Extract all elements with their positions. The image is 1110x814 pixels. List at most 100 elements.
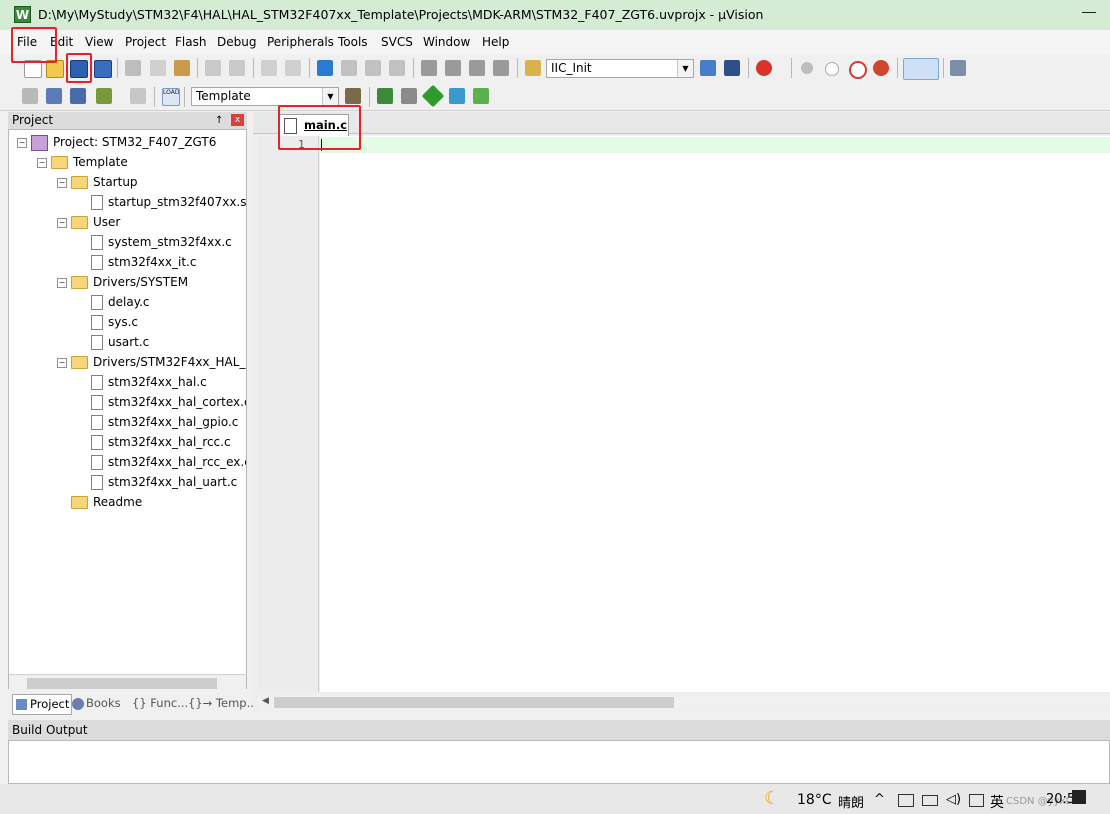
build-icon[interactable] [46, 88, 62, 104]
tree-file[interactable]: system_stm32f4xx.c [91, 232, 232, 252]
clear-bookmarks-icon[interactable] [389, 60, 405, 76]
copy-icon[interactable] [150, 60, 166, 76]
manage-rte-icon[interactable] [421, 84, 445, 108]
menu-peripherals[interactable]: Peripherals [267, 35, 334, 49]
toolbar-separator [117, 58, 118, 78]
menu-flash[interactable]: Flash [175, 35, 206, 49]
translate-icon[interactable] [22, 88, 38, 104]
tree-file[interactable]: stm32f4xx_hal_gpio.c [91, 412, 238, 432]
select-packs-icon[interactable] [401, 88, 417, 104]
tab-functions[interactable]: {} Func... [132, 694, 188, 713]
code-editor[interactable] [320, 136, 1110, 692]
redo-icon[interactable] [229, 60, 245, 76]
tree-group[interactable]: Startup [71, 172, 138, 192]
speaker-icon[interactable]: ◁) [946, 792, 961, 807]
target-options-icon[interactable] [345, 88, 361, 104]
project-horizontal-scrollbar[interactable] [9, 674, 246, 691]
find-in-files-icon[interactable] [525, 60, 541, 76]
editor-horizontal-scrollbar[interactable]: ◀ [258, 694, 1110, 711]
tree-file[interactable]: delay.c [91, 292, 150, 312]
tree-group[interactable]: Drivers/SYSTEM [71, 272, 188, 292]
collapse-icon[interactable]: − [17, 138, 27, 148]
disable-breakpoints-icon[interactable] [849, 61, 867, 79]
prev-bookmark-icon[interactable] [341, 60, 357, 76]
pin-icon[interactable]: ↑ [215, 112, 223, 129]
bookmark-icon[interactable] [317, 60, 333, 76]
tree-file[interactable]: stm32f4xx_it.c [91, 252, 196, 272]
menu-project[interactable]: Project [125, 35, 166, 49]
tab-project[interactable]: Project [12, 694, 72, 715]
display-icon[interactable] [969, 794, 984, 807]
indent-icon[interactable] [421, 60, 437, 76]
configure-icon[interactable] [950, 60, 966, 76]
stop-build-icon[interactable] [130, 88, 146, 104]
breakpoint-icon[interactable] [801, 62, 813, 74]
tree-group[interactable]: Readme [71, 492, 142, 512]
incremental-find-icon[interactable] [724, 60, 740, 76]
navigate-back-icon[interactable] [261, 60, 277, 76]
chevron-up-icon[interactable]: ^ [874, 792, 885, 807]
unindent-icon[interactable] [445, 60, 461, 76]
collapse-icon[interactable]: − [57, 218, 67, 228]
tree-group[interactable]: User [71, 212, 120, 232]
enable-breakpoint-icon[interactable] [825, 62, 839, 76]
file-icon [91, 475, 103, 490]
kill-breakpoints-icon[interactable] [873, 60, 889, 76]
tree-file[interactable]: stm32f4xx_hal_rcc_ex.c [91, 452, 246, 472]
manage-project-items-icon[interactable] [377, 88, 393, 104]
navigate-forward-icon[interactable] [285, 60, 301, 76]
find-combo[interactable]: IIC_Init ▼ [546, 59, 694, 78]
software-packs-icon[interactable] [473, 88, 489, 104]
tree-file[interactable]: sys.c [91, 312, 138, 332]
menu-help[interactable]: Help [482, 35, 509, 49]
collapse-icon[interactable]: − [57, 278, 67, 288]
window-layout-icon[interactable] [903, 58, 939, 80]
target-combo[interactable]: Template ▼ [191, 87, 339, 106]
find-icon[interactable] [700, 60, 716, 76]
download-icon[interactable]: LOAD [162, 88, 180, 106]
collapse-icon[interactable]: − [57, 358, 67, 368]
debug-session-icon[interactable] [756, 60, 772, 76]
uncomment-icon[interactable] [493, 60, 509, 76]
tree-file[interactable]: stm32f4xx_hal_uart.c [91, 472, 237, 492]
tree-project-root[interactable]: Project: STM32_F407_ZGT6 [31, 132, 216, 152]
tree-group[interactable]: Drivers/STM32F4xx_HAL_Driver [71, 352, 246, 372]
comment-icon[interactable] [469, 60, 485, 76]
minimize-icon[interactable] [1082, 12, 1096, 13]
tab-books[interactable]: Books [72, 694, 121, 713]
save-all-icon[interactable] [94, 60, 112, 78]
tree-file[interactable]: usart.c [91, 332, 149, 352]
next-bookmark-icon[interactable] [365, 60, 381, 76]
input-method[interactable]: 英 [990, 792, 1004, 812]
scroll-left-icon[interactable]: ◀ [262, 696, 269, 706]
rebuild-icon[interactable] [70, 88, 86, 104]
scrollbar-thumb[interactable] [274, 697, 674, 708]
menu-debug[interactable]: Debug [217, 35, 256, 49]
batch-build-icon[interactable] [96, 88, 112, 104]
toolbar-separator [517, 58, 518, 78]
scrollbar-thumb[interactable] [27, 678, 217, 689]
tree-file[interactable]: stm32f4xx_hal_cortex.c [91, 392, 246, 412]
collapse-icon[interactable]: − [57, 178, 67, 188]
network-icon[interactable] [898, 794, 914, 807]
paste-icon[interactable] [174, 60, 190, 76]
menu-svcs[interactable]: SVCS [381, 35, 413, 49]
menu-view[interactable]: View [85, 35, 113, 49]
build-output-pane[interactable] [8, 740, 1110, 784]
chevron-down-icon[interactable]: ▼ [677, 60, 693, 77]
tree-file[interactable]: startup_stm32f407xx.s [91, 192, 246, 212]
collapse-icon[interactable]: − [37, 158, 47, 168]
tree-target[interactable]: Template [51, 152, 128, 172]
pack-installer-icon[interactable] [449, 88, 465, 104]
tree-file[interactable]: stm32f4xx_hal_rcc.c [91, 432, 231, 452]
menu-tools[interactable]: Tools [338, 35, 368, 49]
close-icon[interactable]: x [231, 114, 244, 126]
chevron-down-icon[interactable]: ▼ [322, 88, 338, 105]
tab-templates[interactable]: {}→ Temp... [188, 694, 258, 713]
notifications-icon[interactable] [1072, 790, 1086, 804]
battery-icon[interactable] [922, 795, 938, 806]
undo-icon[interactable] [205, 60, 221, 76]
tree-file[interactable]: stm32f4xx_hal.c [91, 372, 207, 392]
cut-icon[interactable] [125, 60, 141, 76]
menu-window[interactable]: Window [423, 35, 470, 49]
